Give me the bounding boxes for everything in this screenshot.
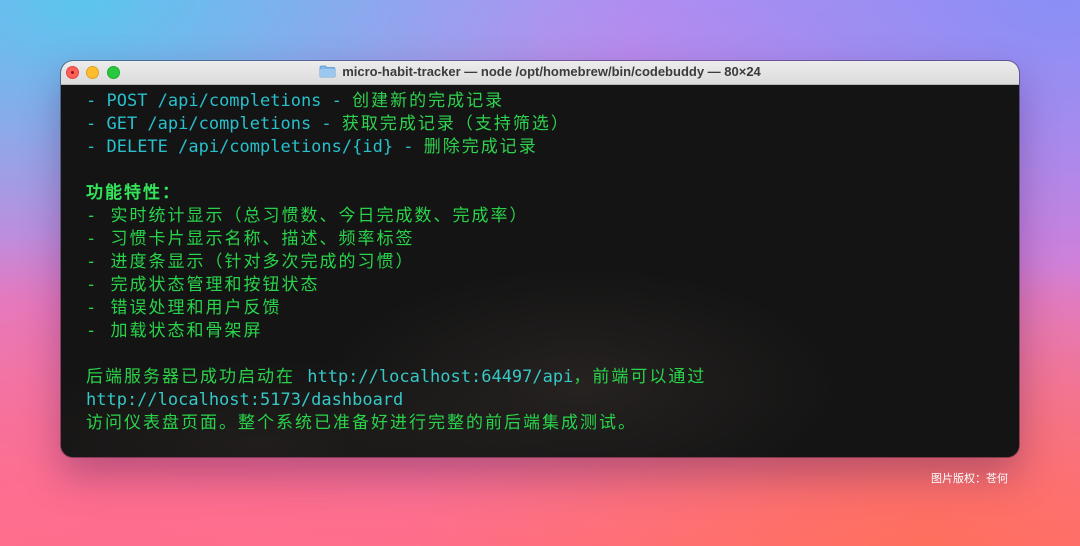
feature-item: - 加载状态和骨架屏 xyxy=(86,321,263,341)
api-desc: 获取完成记录（支持筛选） xyxy=(341,114,570,134)
bullet: - xyxy=(86,137,107,157)
feature-item: - 习惯卡片显示名称、描述、频率标签 xyxy=(86,229,415,249)
api-line: - DELETE /api/completions/{id} - 删除完成记录 xyxy=(86,136,1019,159)
api-desc: 创建新的完成记录 xyxy=(352,91,505,111)
features-heading: 功能特性： xyxy=(86,183,181,203)
folder-icon xyxy=(319,65,336,78)
summary-line: 后端服务器已成功启动在 http://localhost:64497/api，前… xyxy=(86,366,1019,389)
window-title: micro-habit-tracker — node /opt/homebrew… xyxy=(342,64,761,79)
feature-item: - 完成状态管理和按钮状态 xyxy=(86,275,320,295)
api-path: DELETE /api/completions/{id} - xyxy=(106,137,424,157)
dashboard-url-link[interactable]: http://localhost:5173/dashboard xyxy=(86,389,1019,412)
summary-text: ，前端可以通过 xyxy=(573,367,707,387)
api-path: GET /api/completions - xyxy=(106,114,342,134)
image-credit: 图片版权：苍何 xyxy=(931,472,1008,485)
summary-text: 访问仪表盘页面。整个系统已准备好进行完整的前后端集成测试。 xyxy=(86,413,637,433)
api-url-link[interactable]: http://localhost:64497/api xyxy=(307,367,573,387)
feature-item: - 错误处理和用户反馈 xyxy=(86,298,282,318)
terminal-window: micro-habit-tracker — node /opt/homebrew… xyxy=(61,61,1019,457)
api-line: - GET /api/completions - 获取完成记录（支持筛选） xyxy=(86,113,1019,136)
bullet: - xyxy=(86,114,107,134)
api-desc: 删除完成记录 xyxy=(423,137,538,157)
title-bar[interactable]: micro-habit-tracker — node /opt/homebrew… xyxy=(61,61,1019,85)
bullet: - xyxy=(86,91,107,111)
summary-text: 后端服务器已成功启动在 xyxy=(86,367,308,387)
feature-item: - 进度条显示（针对多次完成的习惯） xyxy=(86,252,415,272)
api-line: - POST /api/completions - 创建新的完成记录 xyxy=(86,90,1019,113)
window-title-group: micro-habit-tracker — node /opt/homebrew… xyxy=(61,64,1019,79)
api-path: POST /api/completions - xyxy=(106,91,353,111)
feature-item: - 实时统计显示（总习惯数、今日完成数、完成率） xyxy=(86,206,529,226)
terminal-output[interactable]: - POST /api/completions - 创建新的完成记录 - GET… xyxy=(61,86,1019,457)
